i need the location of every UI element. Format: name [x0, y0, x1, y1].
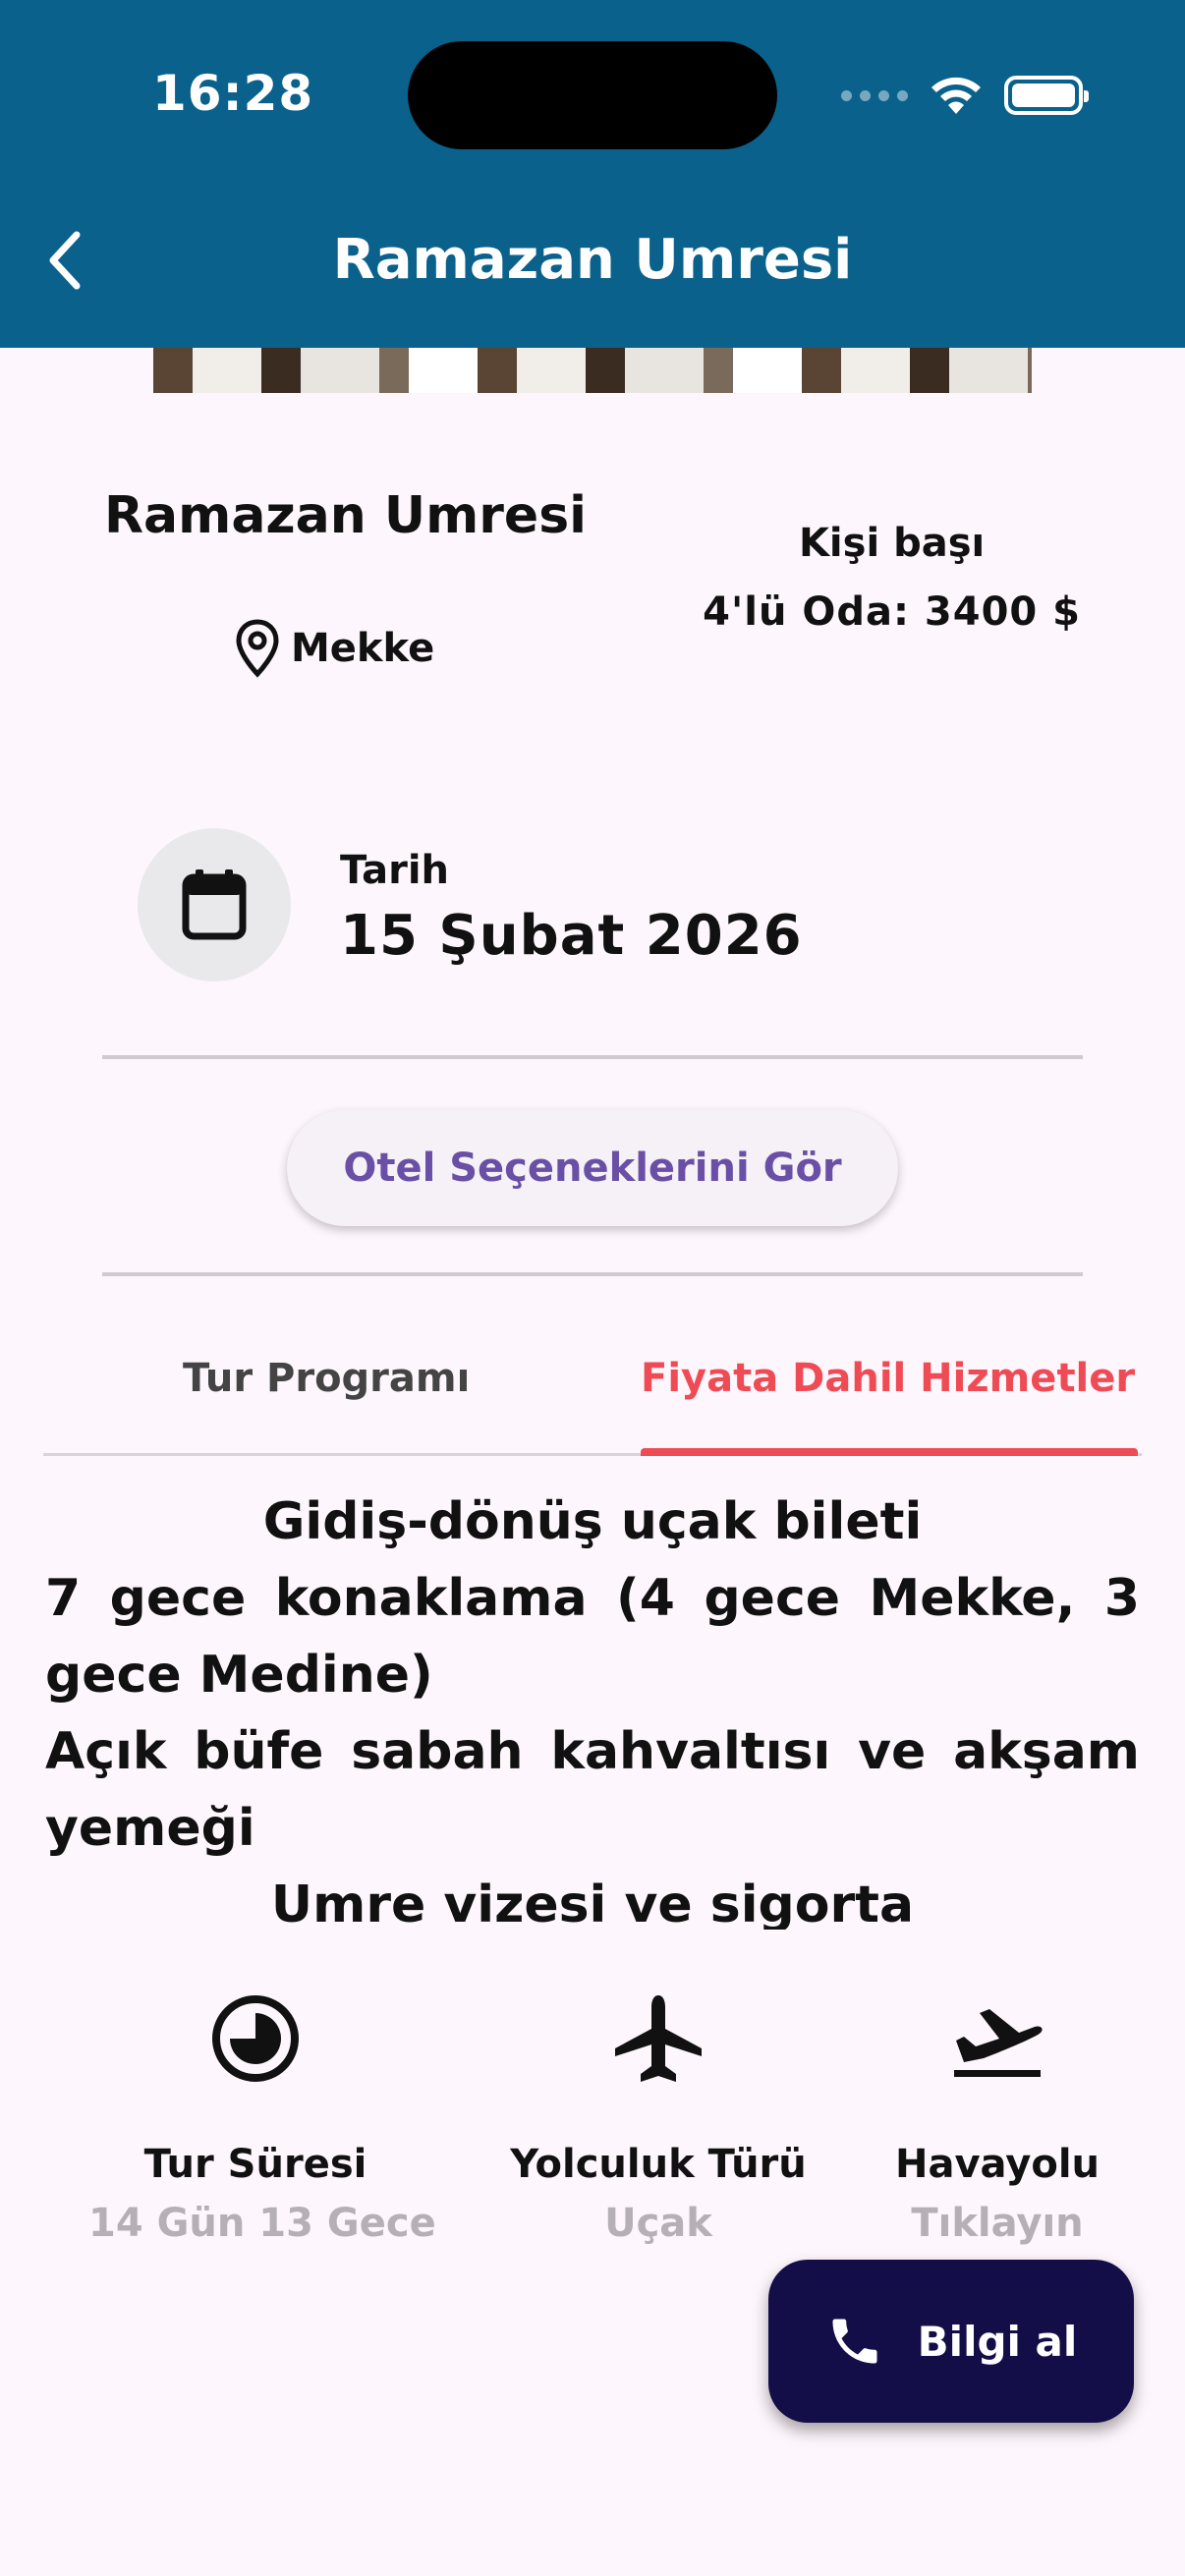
airline-info[interactable]: Havayolu Tıklayın — [875, 1985, 1120, 2246]
dynamic-island — [408, 41, 777, 149]
package-title: Ramazan Umresi — [104, 486, 587, 545]
date-value: 15 Şubat 2026 — [340, 904, 803, 968]
travel-type-label: Yolculuk Türü — [510, 2142, 807, 2187]
battery-icon — [1004, 76, 1089, 115]
price-per-person-label: Kişi başı — [798, 521, 986, 566]
location-label: Mekke — [291, 626, 435, 671]
info-request-label: Bilgi al — [917, 2317, 1078, 2366]
list-item: 7 gece konaklama (4 gece Mekke, 3 gece M… — [45, 1569, 1140, 1705]
date-icon-container — [138, 828, 291, 981]
page-title: Ramazan Umresi — [332, 228, 853, 292]
airline-label: Havayolu — [894, 2142, 1100, 2187]
cellular-signal-icon — [841, 89, 908, 101]
airline-value[interactable]: Tıklayın — [875, 2201, 1120, 2246]
airplane-icon — [615, 1995, 702, 2082]
app-bar: 16:28 Ramazan Umresi — [0, 0, 1185, 348]
tour-detail-screen: 16:28 Ramazan Umresi Ramazan Umresi Mekk… — [0, 0, 1185, 2576]
status-time: 16:28 — [152, 65, 314, 122]
location: Mekke — [236, 619, 434, 678]
list-item: Açık büfe sabah kahvaltısı ve akşam yeme… — [45, 1722, 1140, 1858]
flight-takeoff-icon — [954, 2009, 1043, 2077]
tab-indicator — [641, 1448, 1138, 1456]
tour-hero-image — [153, 348, 1032, 393]
list-item: Gidiş-dönüş uçak bileti — [262, 1492, 923, 1551]
clock-icon — [212, 1995, 299, 2082]
tour-duration-info: Tur Süresi 14 Gün 13 Gece — [88, 1985, 436, 2246]
travel-type-value: Uçak — [604, 2201, 712, 2246]
divider — [102, 1272, 1083, 1276]
list-item: Umre vizesi ve sigorta — [270, 1876, 915, 1930]
tab-tour-program[interactable]: Tur Programı — [183, 1356, 470, 1401]
included-services-list: Gidiş-dönüş uçak bileti 7 gece konaklama… — [45, 1484, 1140, 1930]
location-pin-icon — [236, 619, 279, 678]
wifi-icon — [931, 77, 981, 114]
tab-bar: Tur Programı Fiyata Dahil Hizmetler — [43, 1336, 1142, 1456]
phone-icon — [832, 2319, 877, 2364]
status-icons — [841, 71, 1089, 120]
info-request-button[interactable]: Bilgi al — [768, 2260, 1134, 2423]
hotel-options-button[interactable]: Otel Seçeneklerini Gör — [287, 1110, 898, 1226]
divider — [102, 1055, 1083, 1059]
travel-type-info: Yolculuk Türü Uçak — [501, 1985, 816, 2246]
tab-included-services[interactable]: Fiyata Dahil Hizmetler — [641, 1356, 1138, 1401]
tour-duration-value: 14 Gün 13 Gece — [88, 2201, 436, 2246]
tour-duration-label: Tur Süresi — [143, 2142, 367, 2187]
price-block: Kişi başı 4'lü Oda: 3400 $ — [703, 521, 1081, 635]
calendar-icon — [182, 869, 247, 940]
date-label: Tarih — [340, 848, 450, 893]
price-value: 4'lü Oda: 3400 $ — [703, 589, 1081, 635]
